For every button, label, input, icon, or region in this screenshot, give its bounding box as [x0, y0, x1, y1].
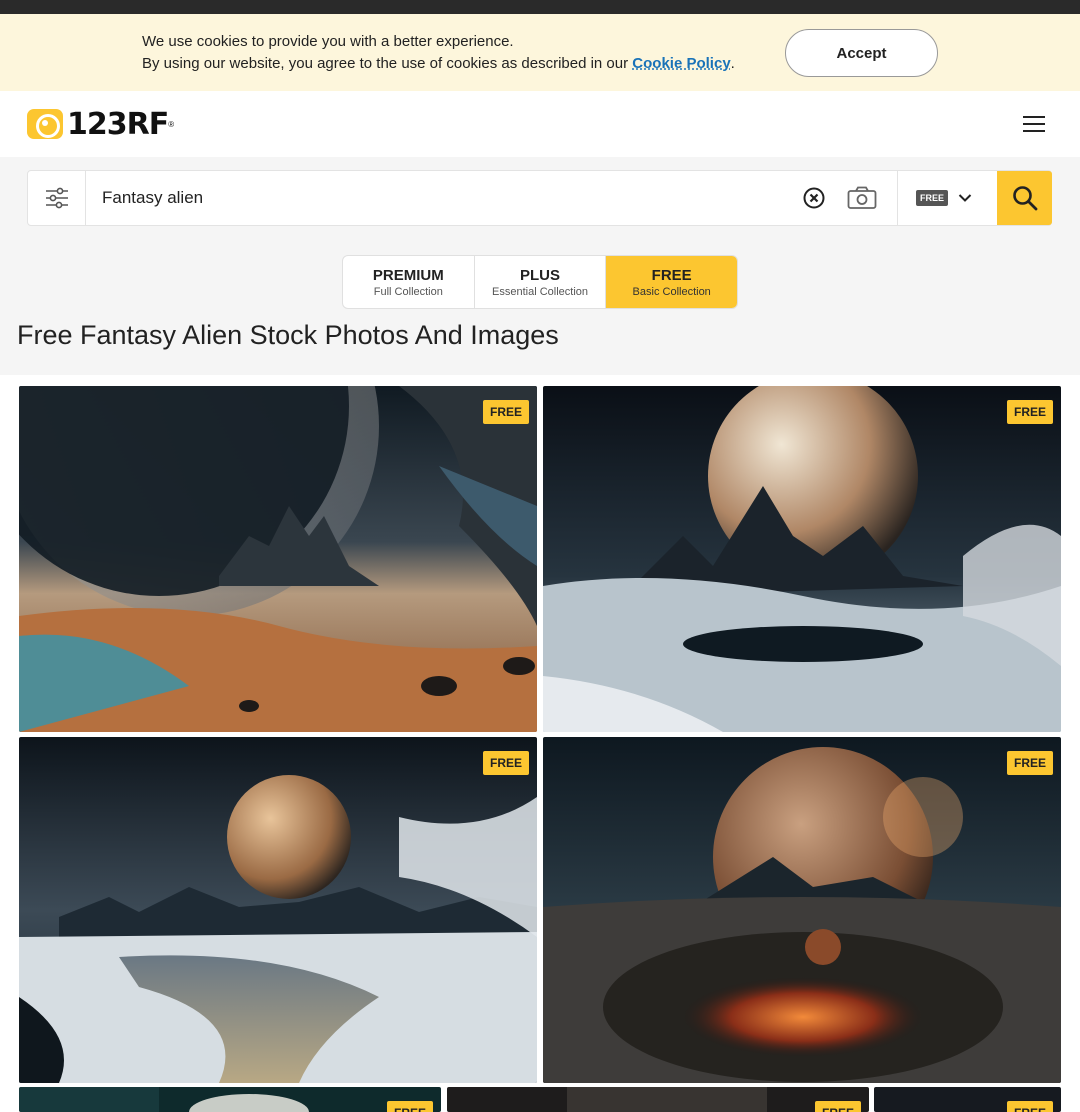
- result-image-card[interactable]: FREE: [19, 1087, 441, 1112]
- tab-title: PREMIUM: [372, 266, 444, 284]
- free-badge: FREE: [1006, 1101, 1053, 1112]
- free-badge: FREE: [482, 751, 529, 775]
- result-image-card[interactable]: FREE: [543, 737, 1061, 1083]
- license-badge: FREE: [916, 190, 949, 206]
- license-dropdown[interactable]: FREE: [897, 171, 997, 225]
- cookie-line-2-text: By using our website, you agree to the u…: [142, 55, 629, 72]
- site-logo[interactable]: 123RF ®: [27, 106, 175, 142]
- cookie-banner: We use cookies to provide you with a bet…: [0, 14, 1080, 91]
- result-thumbnail: [543, 386, 1061, 732]
- browser-top-bar: [0, 0, 1080, 14]
- tab-subtitle: Full Collection: [373, 285, 443, 298]
- search-input[interactable]: [102, 171, 782, 225]
- free-badge: FREE: [814, 1101, 861, 1112]
- cookie-message: We use cookies to provide you with a bet…: [142, 31, 735, 75]
- free-badge: FREE: [1006, 400, 1053, 424]
- result-image-card[interactable]: FREE: [19, 386, 537, 732]
- logo-text: 123RF: [67, 106, 169, 142]
- tab-title: FREE: [651, 266, 692, 284]
- clear-search-icon[interactable]: [802, 186, 826, 210]
- site-header: 123RF ®: [0, 91, 1080, 157]
- page-title: Free Fantasy Alien Stock Photos And Imag…: [17, 320, 559, 350]
- logo-camera-icon: [27, 109, 63, 139]
- result-thumbnail: [447, 1087, 869, 1112]
- result-thumbnail: [543, 737, 1061, 1083]
- search-button[interactable]: [997, 171, 1052, 225]
- result-image-card[interactable]: FREE: [447, 1087, 869, 1112]
- filter-button[interactable]: [28, 171, 86, 225]
- search-icon: [1012, 186, 1037, 211]
- tab-premium[interactable]: PREMIUM Full Collection: [343, 256, 475, 308]
- cookie-policy-link[interactable]: Cookie Policy: [632, 55, 730, 72]
- tab-title: PLUS: [520, 266, 561, 284]
- tab-plus[interactable]: PLUS Essential Collection: [475, 256, 607, 308]
- result-image-card[interactable]: FREE: [19, 737, 537, 1083]
- tab-free[interactable]: FREE Basic Collection: [606, 256, 737, 308]
- logo-registered-mark: ®: [168, 119, 175, 129]
- cookie-line-2: By using our website, you agree to the u…: [142, 53, 735, 75]
- accept-cookies-button[interactable]: Accept: [785, 29, 938, 77]
- cookie-line-1: We use cookies to provide you with a bet…: [142, 33, 514, 50]
- result-thumbnail: [19, 737, 537, 1083]
- tab-subtitle: Basic Collection: [632, 285, 711, 298]
- camera-search-icon[interactable]: [847, 183, 877, 213]
- cookie-period: .: [730, 55, 735, 72]
- chevron-down-icon: [958, 194, 972, 202]
- free-badge: FREE: [386, 1101, 433, 1112]
- result-thumbnail: [19, 386, 537, 732]
- collection-tabs: PREMIUM Full Collection PLUS Essential C…: [342, 255, 738, 309]
- result-image-card[interactable]: FREE: [543, 386, 1061, 732]
- tab-subtitle: Essential Collection: [492, 285, 588, 298]
- result-image-card[interactable]: FREE: [874, 1087, 1061, 1112]
- result-thumbnail: [19, 1087, 441, 1112]
- free-badge: FREE: [482, 400, 529, 424]
- sliders-icon: [45, 187, 68, 209]
- search-bar: FREE: [27, 170, 1052, 226]
- results-grid: FREE FREE FREE FREE: [0, 375, 1080, 1112]
- hamburger-menu-icon[interactable]: [1021, 113, 1047, 135]
- free-badge: FREE: [1006, 751, 1053, 775]
